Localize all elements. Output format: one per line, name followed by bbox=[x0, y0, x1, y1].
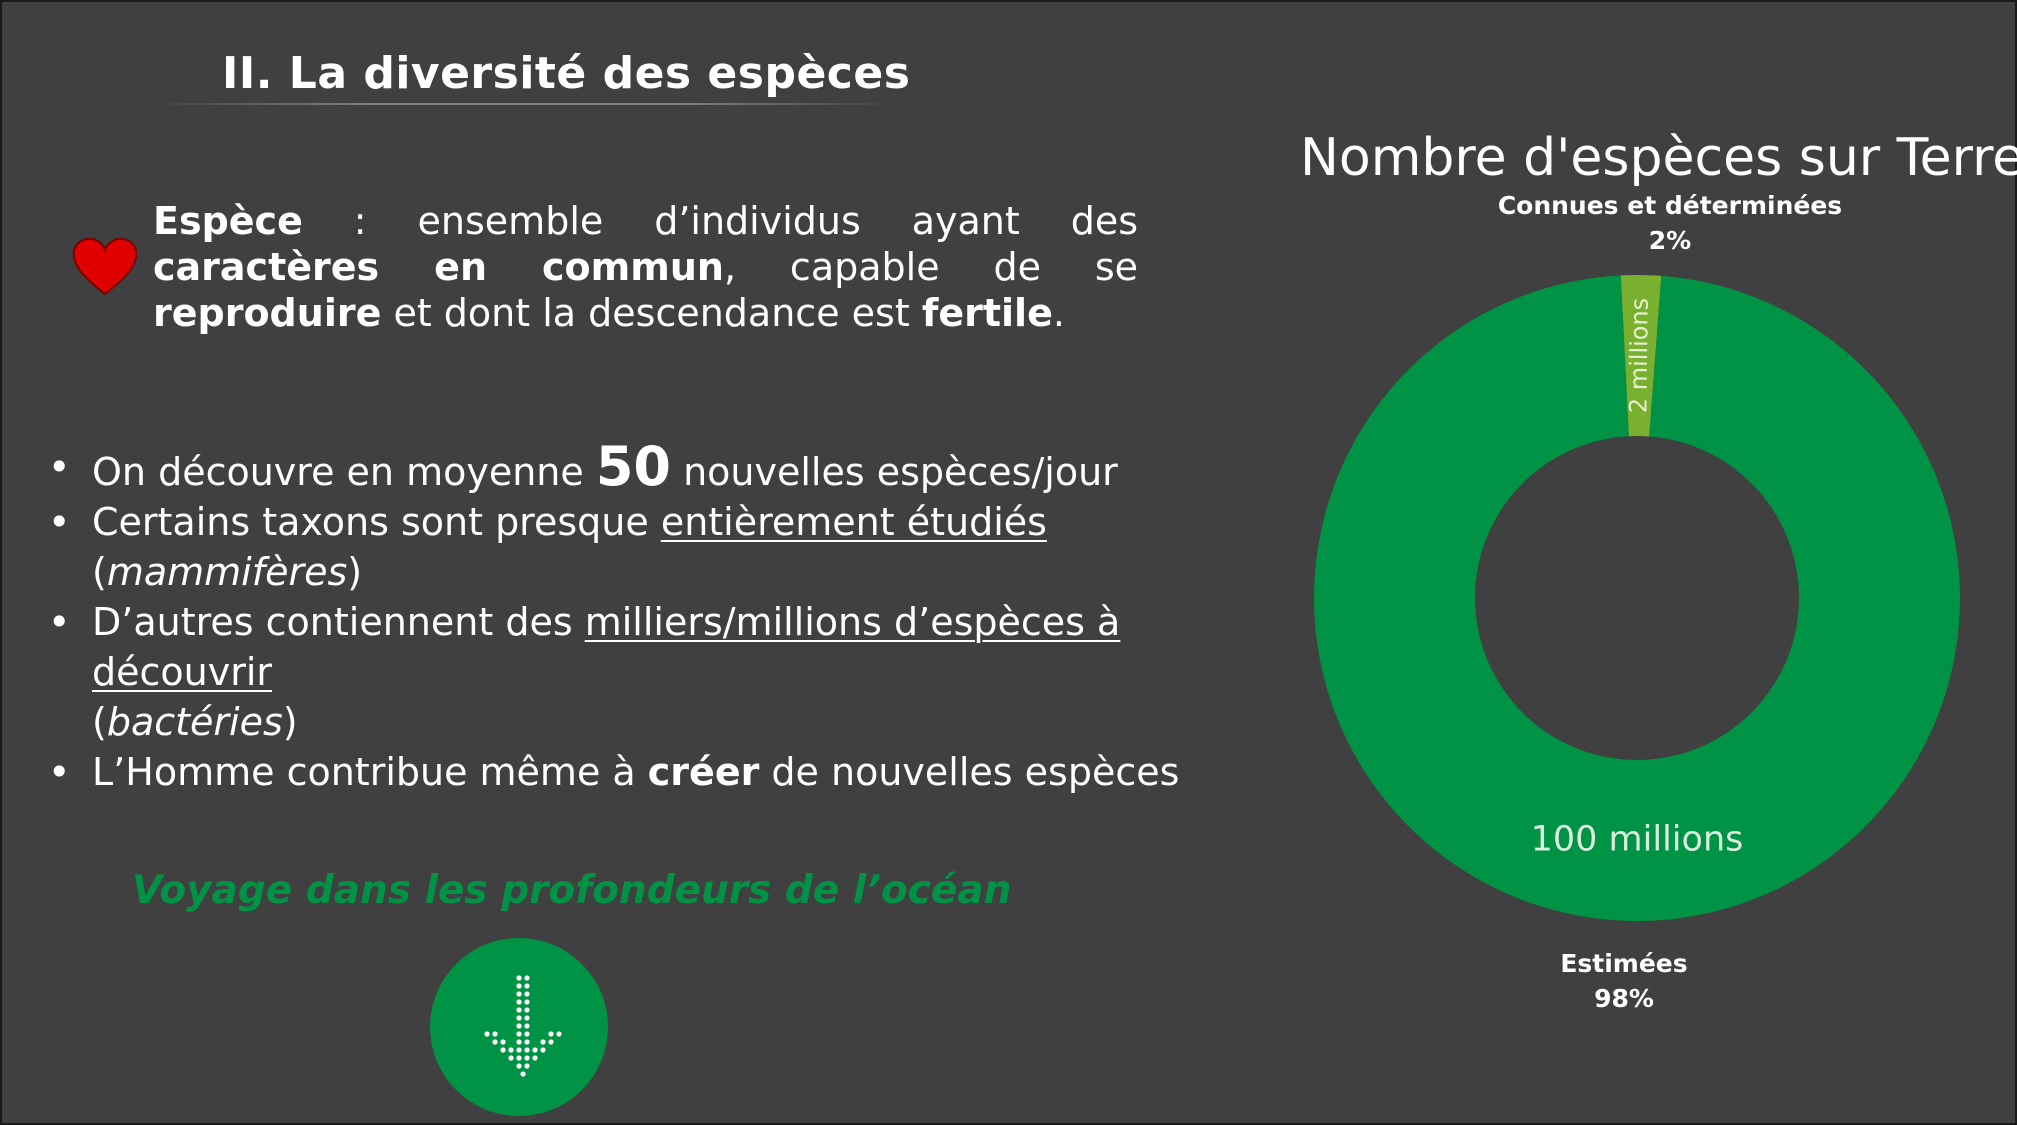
slice-name-known: Connues et déterminées bbox=[1497, 191, 1843, 220]
legend-label-known: Connues et déterminées 2% bbox=[1470, 188, 1870, 258]
slice-percent-known: 2% bbox=[1648, 226, 1692, 255]
donut-data-label-known: 2 millions bbox=[1624, 298, 1653, 414]
donut-data-label-estimated: 100 millions bbox=[1531, 820, 1744, 860]
legend-label-estimated: Estimées 98% bbox=[1474, 946, 1774, 1016]
slice-percent-estimated: 98% bbox=[1594, 984, 1654, 1013]
slice-name-estimated: Estimées bbox=[1560, 949, 1688, 978]
